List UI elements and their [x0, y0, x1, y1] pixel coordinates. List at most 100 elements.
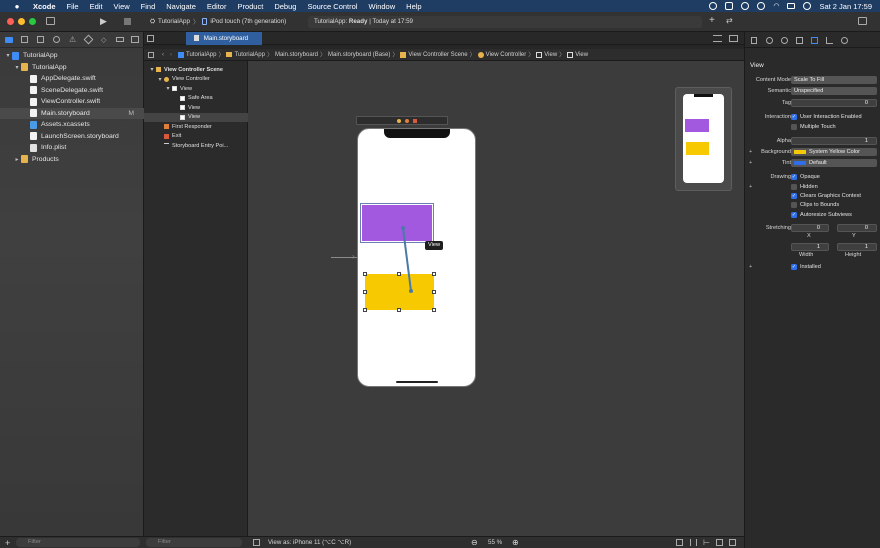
- tag-field[interactable]: 0: [791, 98, 877, 107]
- chevron-down-icon[interactable]: ▾: [4, 52, 12, 59]
- wifi-icon[interactable]: ◠: [773, 2, 779, 10]
- resolve-issues-icon[interactable]: [716, 539, 723, 546]
- align-icon[interactable]: [690, 539, 697, 546]
- issue-icon[interactable]: ⚠: [69, 35, 76, 44]
- menu-edit[interactable]: Edit: [90, 2, 103, 11]
- quick-help-icon[interactable]: [781, 37, 788, 44]
- semantic-popup[interactable]: Unspecified: [791, 86, 877, 95]
- add-variation-icon[interactable]: +: [749, 149, 752, 155]
- chevron-down-icon[interactable]: ▾: [13, 64, 21, 71]
- menu-navigate[interactable]: Navigate: [166, 2, 196, 11]
- add-icon[interactable]: +: [5, 538, 10, 548]
- navigator-row[interactable]: LaunchScreen.storyboard: [0, 131, 144, 142]
- outline-toggle-icon[interactable]: [253, 539, 260, 546]
- test-icon[interactable]: [83, 34, 94, 45]
- stop-button[interactable]: [124, 18, 131, 25]
- navigator-row[interactable]: AppDelegate.swift: [0, 73, 144, 84]
- menu-source-control[interactable]: Source Control: [307, 2, 357, 11]
- run-button[interactable]: ▶: [100, 16, 107, 27]
- resize-handle[interactable]: [432, 290, 436, 294]
- view-controller-icon[interactable]: [397, 119, 401, 123]
- exit-icon[interactable]: [413, 119, 417, 123]
- inspector-toggle-icon[interactable]: [858, 17, 867, 25]
- menu-debug[interactable]: Debug: [274, 2, 296, 11]
- jump-item-scene[interactable]: View Controller Scene: [408, 52, 467, 58]
- jump-item-project[interactable]: TutorialApp: [186, 52, 216, 58]
- back-icon[interactable]: ‹: [162, 52, 164, 58]
- zoom-level[interactable]: 55 %: [488, 539, 502, 546]
- search-icon[interactable]: [53, 36, 60, 43]
- navigator-row[interactable]: Info.plist: [0, 142, 144, 153]
- resize-handle[interactable]: [432, 272, 436, 276]
- sidebar-toggle-icon[interactable]: [46, 17, 55, 25]
- resize-handle[interactable]: [363, 290, 367, 294]
- menu-file[interactable]: File: [67, 2, 79, 11]
- menu-clock[interactable]: Sat 2 Jan 17:59: [819, 2, 872, 11]
- chevron-right-icon[interactable]: ▸: [13, 156, 21, 163]
- split-editor-icon[interactable]: [729, 35, 738, 42]
- minimize-window-button[interactable]: [18, 18, 25, 25]
- add-constraints-icon[interactable]: ⊢: [703, 538, 710, 547]
- outline-row[interactable]: Exit: [144, 132, 248, 142]
- jump-item-subview[interactable]: View: [575, 52, 588, 58]
- attributes-inspector-icon[interactable]: [811, 37, 818, 44]
- stretch-width-field[interactable]: 1: [791, 242, 829, 251]
- navigator-filter-input[interactable]: Filter: [16, 538, 140, 547]
- tab-main-storyboard[interactable]: Main.storyboard: [186, 32, 262, 45]
- content-mode-popup[interactable]: Scale To Fill: [791, 75, 877, 84]
- folder-icon[interactable]: [5, 37, 13, 43]
- close-window-button[interactable]: [7, 18, 14, 25]
- history-inspector-icon[interactable]: [766, 37, 773, 44]
- clears-graphics-checkbox[interactable]: Clears Graphics Context: [791, 192, 861, 199]
- zoom-out-icon[interactable]: ⊖: [471, 538, 478, 547]
- resize-handle[interactable]: [432, 308, 436, 312]
- editor-options-icon[interactable]: [713, 35, 722, 42]
- clips-bounds-checkbox[interactable]: Clips to Bounds: [791, 201, 839, 208]
- file-inspector-icon[interactable]: [751, 37, 757, 44]
- add-variation-icon[interactable]: +: [749, 160, 752, 166]
- source-control-icon[interactable]: [21, 36, 28, 43]
- outline-row[interactable]: Storyboard Entry Poi...: [144, 141, 248, 151]
- scene-dock[interactable]: [356, 116, 448, 125]
- outline-row[interactable]: Safe Area: [144, 94, 248, 104]
- navigator-row[interactable]: ▾ TutorialApp: [0, 62, 144, 73]
- stretch-height-field[interactable]: 1: [837, 242, 877, 251]
- breakpoint-icon[interactable]: [116, 37, 124, 42]
- zoom-window-button[interactable]: [29, 18, 36, 25]
- navigator-row[interactable]: SceneDelegate.swift: [0, 85, 144, 96]
- resize-handle[interactable]: [363, 272, 367, 276]
- editor-grid-icon[interactable]: [147, 35, 154, 42]
- tint-popup[interactable]: Default: [791, 158, 877, 167]
- stretch-x-field[interactable]: 0: [791, 223, 829, 232]
- outline-row[interactable]: ▾ View: [144, 84, 248, 94]
- menu-find[interactable]: Find: [141, 2, 156, 11]
- connections-inspector-icon[interactable]: [841, 37, 848, 44]
- zoom-in-icon[interactable]: ⊕: [512, 538, 519, 547]
- resize-handle[interactable]: [363, 308, 367, 312]
- update-frames-icon[interactable]: [676, 539, 683, 546]
- menu-help[interactable]: Help: [406, 2, 421, 11]
- background-popup[interactable]: System Yellow Color: [791, 147, 877, 156]
- storyboard-canvas[interactable]: › View: [248, 61, 744, 536]
- size-inspector-icon[interactable]: [826, 37, 833, 44]
- alpha-field[interactable]: 1: [791, 136, 877, 145]
- code-review-icon[interactable]: ⇄: [726, 16, 733, 25]
- opaque-checkbox[interactable]: Opaque: [791, 173, 820, 180]
- navigator-row[interactable]: Assets.xcassets: [0, 119, 144, 130]
- jump-item-folder[interactable]: TutorialApp: [234, 52, 264, 58]
- first-responder-icon[interactable]: [405, 119, 409, 123]
- siri-icon[interactable]: [803, 2, 812, 10]
- embed-in-icon[interactable]: [729, 539, 736, 546]
- multiple-touch-checkbox[interactable]: Multiple Touch: [791, 123, 836, 130]
- forward-icon[interactable]: ›: [170, 52, 172, 58]
- outline-filter-input[interactable]: Filter: [146, 538, 242, 547]
- navigator-row[interactable]: ▾ TutorialApp: [0, 50, 144, 61]
- outline-row[interactable]: First Responder: [144, 122, 248, 132]
- minimap[interactable]: [675, 87, 732, 191]
- autoresize-checkbox[interactable]: Autoresize Subviews: [791, 211, 852, 218]
- menu-view[interactable]: View: [114, 2, 130, 11]
- outline-row[interactable]: View: [144, 103, 248, 113]
- hidden-checkbox[interactable]: Hidden: [791, 183, 818, 190]
- navigator-row[interactable]: ▸ Products: [0, 154, 144, 165]
- chevron-down-icon[interactable]: ▾: [164, 85, 172, 92]
